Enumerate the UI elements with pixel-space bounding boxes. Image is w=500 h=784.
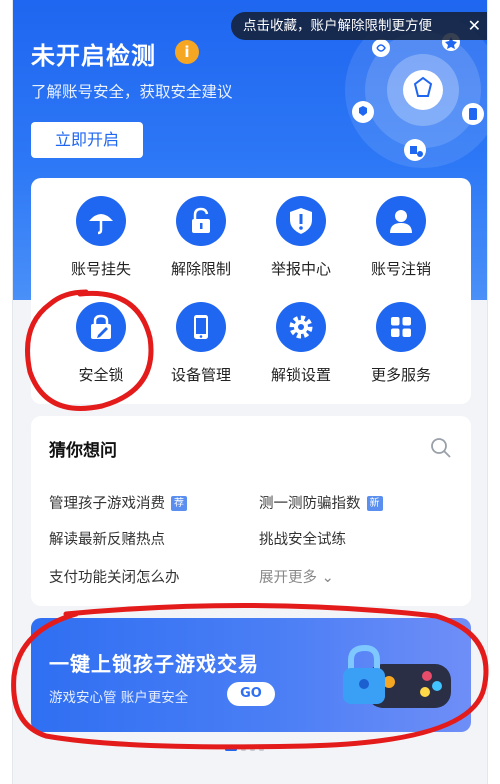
service-label: 安全锁 bbox=[78, 366, 124, 384]
faq-title: 猜你想问 bbox=[49, 441, 117, 461]
game-controller-lock-icon bbox=[343, 644, 451, 708]
expand-more-label: 展开更多 bbox=[259, 570, 317, 586]
services-grid: 账号挂失 解除限制 举报中心 账号注销 安全锁 设备管理 解锁设置 更多服务 bbox=[31, 178, 471, 404]
service-item-report-center[interactable]: 举报中心 bbox=[251, 196, 351, 279]
faq-question[interactable]: 支付功能关闭怎么办 bbox=[49, 566, 180, 587]
page-title: 未开启检测 bbox=[31, 42, 156, 70]
chevron-down-icon: ⌄ bbox=[321, 570, 334, 586]
faq-question[interactable]: 解读最新反赌热点 bbox=[49, 528, 165, 549]
question-text: 管理孩子游戏消费 bbox=[49, 496, 165, 512]
faq-question[interactable]: 管理孩子游戏消费荐 bbox=[49, 492, 187, 513]
carousel-dot[interactable] bbox=[241, 748, 246, 751]
enable-detection-button[interactable]: 立即开启 bbox=[31, 122, 143, 158]
service-item-remove-restriction[interactable]: 解除限制 bbox=[151, 196, 251, 279]
grid-icon bbox=[376, 302, 426, 352]
close-icon[interactable]: ✕ bbox=[468, 12, 481, 40]
app-screen: 点击收藏，账户解除限制更方便 ✕ 未开启检测 i 了解账号安全，获取安全建议 立… bbox=[12, 0, 488, 784]
security-radar-graphic bbox=[345, 20, 487, 168]
phone-icon bbox=[176, 302, 226, 352]
faq-question[interactable]: 挑战安全试练 bbox=[259, 528, 346, 549]
service-label: 解除限制 bbox=[170, 260, 231, 278]
promo-subtitle: 游戏安心管 账户更安全 bbox=[49, 690, 189, 706]
page-subtitle: 了解账号安全，获取安全建议 bbox=[31, 83, 233, 101]
carousel-dot[interactable] bbox=[259, 748, 264, 751]
umbrella-icon bbox=[76, 196, 126, 246]
search-icon[interactable] bbox=[429, 436, 453, 460]
service-item-account-loss[interactable]: 账号挂失 bbox=[51, 196, 151, 279]
service-label: 更多服务 bbox=[370, 366, 431, 384]
question-text: 测一测防骗指数 bbox=[259, 496, 361, 512]
expand-more-link[interactable]: 展开更多 ⌄ bbox=[259, 566, 334, 587]
service-label: 账号注销 bbox=[370, 260, 431, 278]
user-icon bbox=[376, 196, 426, 246]
recommend-badge: 荐 bbox=[171, 496, 187, 511]
shield-alert-icon bbox=[276, 196, 326, 246]
service-label: 账号挂失 bbox=[70, 260, 131, 278]
carousel-dot-active[interactable] bbox=[225, 748, 237, 751]
carousel-indicator bbox=[225, 748, 264, 751]
service-label: 举报中心 bbox=[270, 260, 331, 278]
carousel-dot[interactable] bbox=[250, 748, 255, 751]
service-item-more-services[interactable]: 更多服务 bbox=[351, 302, 451, 385]
go-button[interactable]: GO bbox=[227, 682, 275, 706]
unlock-icon bbox=[176, 196, 226, 246]
service-item-device-management[interactable]: 设备管理 bbox=[151, 302, 251, 385]
faq-question[interactable]: 测一测防骗指数新 bbox=[259, 492, 383, 513]
bookmark-tip-banner[interactable]: 点击收藏，账户解除限制更方便 ✕ bbox=[231, 12, 487, 40]
faq-card: 猜你想问 管理孩子游戏消费荐 测一测防骗指数新 解读最新反赌热点 挑战安全试练 … bbox=[31, 416, 471, 606]
promo-title: 一键上锁孩子游戏交易 bbox=[49, 652, 259, 676]
promo-banner[interactable]: 一键上锁孩子游戏交易 游戏安心管 账户更安全 GO bbox=[31, 618, 471, 732]
bookmark-tip-text: 点击收藏，账户解除限制更方便 bbox=[243, 18, 432, 34]
service-item-unlock-settings[interactable]: 解锁设置 bbox=[251, 302, 351, 385]
gear-icon bbox=[276, 302, 326, 352]
lock-pen-icon bbox=[76, 302, 126, 352]
new-badge: 新 bbox=[366, 496, 383, 511]
info-icon[interactable]: i bbox=[175, 40, 199, 64]
service-label: 解锁设置 bbox=[270, 366, 331, 384]
service-label: 设备管理 bbox=[170, 366, 231, 384]
service-item-account-cancel[interactable]: 账号注销 bbox=[351, 196, 451, 279]
service-item-security-lock[interactable]: 安全锁 bbox=[51, 302, 151, 385]
